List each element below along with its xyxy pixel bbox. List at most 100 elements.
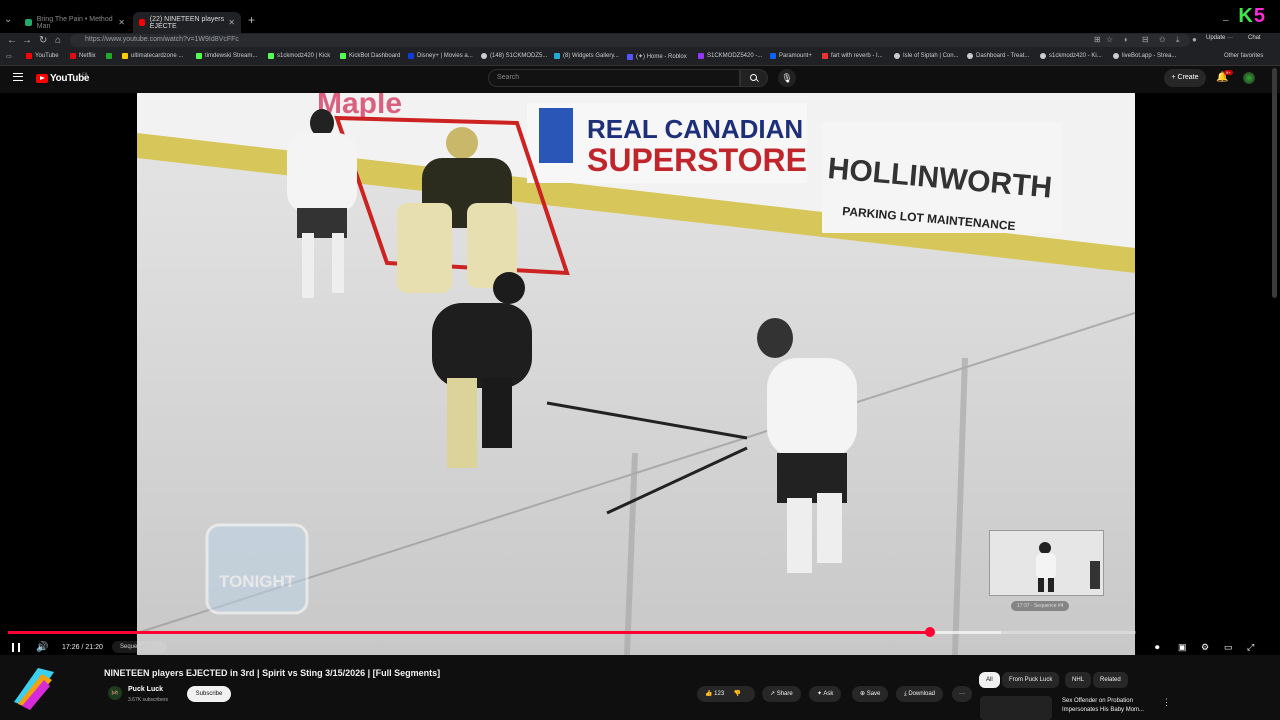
bookmark-item[interactable]: Isle of Siptah | Con...: [894, 53, 959, 59]
search-input[interactable]: Search: [488, 69, 740, 87]
filter-chip-nhl[interactable]: NHL: [1065, 672, 1092, 688]
sign-text: REAL CANADIAN: [587, 114, 803, 144]
ask-button[interactable]: ✦ Ask: [809, 686, 842, 702]
other-favorites[interactable]: Other favorites: [1224, 53, 1263, 59]
bookmark-item[interactable]: Paramount+: [770, 53, 812, 59]
widgets-icon: [554, 53, 560, 59]
bookmark-item[interactable]: [106, 53, 115, 59]
search-button[interactable]: [740, 69, 768, 87]
seek-preview-thumbnail: [989, 530, 1104, 596]
bookmark-item[interactable]: (148) S1CKMODZ5...: [481, 53, 547, 59]
bookmark-item[interactable]: (8) Widgets Gallery...: [554, 53, 619, 59]
paramount-icon: [770, 53, 776, 59]
progress-scrubber-handle[interactable]: [924, 627, 935, 637]
tab-youtube-video[interactable]: (22) NINETEEN players EJECTE ✕: [133, 12, 241, 33]
bookmark-item[interactable]: Netflix: [70, 53, 96, 59]
notification-count-badge: 9+: [1224, 70, 1233, 75]
bookmark-item[interactable]: Dashboard - Treat...: [967, 53, 1029, 59]
youtube-icon: [139, 19, 145, 26]
country-code: CA: [82, 71, 88, 76]
copilot-chat-button[interactable]: Chat: [1248, 35, 1261, 41]
subscribe-button[interactable]: Subscribe: [187, 686, 231, 702]
recommended-title[interactable]: Sex Offender on Probation Impersonates H…: [1062, 697, 1162, 715]
app-icon[interactable]: ⊞: [1094, 35, 1101, 44]
globe-icon: [1040, 53, 1046, 59]
kick-icon: [340, 53, 346, 59]
reload-icon[interactable]: ↻: [39, 35, 47, 46]
avatar[interactable]: [1243, 72, 1255, 84]
bookmark-item[interactable]: timdewski Stream...: [196, 53, 257, 59]
bookmark-item[interactable]: KickBot Dashboard: [340, 53, 400, 59]
profile-icon[interactable]: ●: [1192, 35, 1197, 44]
close-icon[interactable]: ✕: [118, 18, 125, 27]
update-button[interactable]: Update ···: [1206, 35, 1233, 41]
chapter-button[interactable]: Sequence #4 ›: [112, 641, 168, 653]
video-letterbox-right: [1135, 93, 1280, 655]
bookmark-item[interactable]: (✦) Home - Roblox: [627, 53, 687, 60]
extension-icon[interactable]: ◐: [1124, 35, 1129, 44]
bookmark-item[interactable]: YouTube: [26, 53, 59, 59]
channel-avatar[interactable]: 🦗: [108, 686, 122, 700]
split-icon[interactable]: ⊟: [1142, 35, 1149, 44]
more-options-icon[interactable]: ···: [952, 686, 972, 702]
recommended-thumbnail[interactable]: [980, 696, 1052, 720]
bookmark-item[interactable]: fart with reverb - I...: [822, 53, 883, 59]
sign-text: SUPERSTORE: [587, 142, 807, 178]
seek-preview-label: 17:37 · Sequence #4: [1011, 601, 1070, 611]
captions-icon[interactable]: ▣: [1178, 642, 1187, 653]
fullscreen-icon[interactable]: ⤢: [1247, 642, 1254, 653]
volume-icon[interactable]: 🔊: [36, 642, 48, 653]
download-button[interactable]: ⤓ Download: [896, 686, 944, 702]
filter-chip-all[interactable]: All: [979, 672, 1000, 688]
forward-icon[interactable]: →: [22, 35, 32, 46]
youtube-header: YouTube CA Search 🎙 + Create 🔔 9+: [0, 66, 1280, 93]
share-button[interactable]: ↗ Share: [762, 686, 801, 702]
download-icon[interactable]: ⤓: [1176, 35, 1180, 45]
bookmark-item[interactable]: Disney+ | Movies a...: [408, 53, 473, 59]
close-icon[interactable]: ✕: [228, 18, 235, 27]
kick-icon: [268, 53, 274, 59]
tab-search-chevron-icon[interactable]: ⌄: [4, 14, 16, 26]
theater-mode-icon[interactable]: ▭: [1224, 642, 1233, 653]
leaf-icon: [106, 53, 112, 59]
channel-name[interactable]: Puck Luck: [128, 686, 163, 693]
time-display: 17:26 / 21:20: [62, 644, 103, 651]
kick-icon: [196, 53, 202, 59]
bookmark-item[interactable]: s1ckmodz420 - Ki...: [1040, 53, 1102, 59]
minimize-icon[interactable]: –: [1223, 15, 1229, 26]
pause-icon[interactable]: [12, 643, 20, 652]
bookmarks-icon[interactable]: ▭: [6, 53, 12, 60]
disney-icon: [408, 53, 414, 59]
bookmark-item[interactable]: S1CKMODZ5420 -...: [698, 53, 762, 59]
filter-chip-related[interactable]: Related: [1093, 672, 1128, 688]
star-icon[interactable]: ☆: [1106, 35, 1113, 44]
home-icon[interactable]: ⌂: [55, 35, 61, 46]
menu-icon[interactable]: [13, 73, 23, 81]
player-controls: 🔊 17:26 / 21:20 Sequence #4 › ⏺ ▣ ⚙ ▭ ⤢: [0, 638, 1280, 658]
video-title: NINETEEN players EJECTED in 3rd | Spirit…: [104, 668, 441, 678]
settings-gear-icon[interactable]: ⚙: [1201, 642, 1209, 653]
scrollbar[interactable]: [1272, 68, 1277, 298]
address-bar-row: ← → ↻ ⌂ https://www.youtube.com/watch?v=…: [0, 33, 1280, 48]
globe-icon: [967, 53, 973, 59]
more-options-icon[interactable]: ⋮: [1162, 697, 1171, 708]
url-field[interactable]: https://www.youtube.com/watch?v=1W9Id8Vc…: [70, 34, 1190, 47]
like-dislike-button[interactable]: 👍 123 👎: [697, 686, 755, 702]
video-player[interactable]: REAL CANADIAN SUPERSTORE HOLLINWORTH PAR…: [137, 93, 1135, 655]
new-tab-button[interactable]: +: [248, 13, 255, 27]
filter-chip-from-channel[interactable]: From Puck Luck: [1002, 672, 1060, 688]
save-button[interactable]: ⊕ Save: [852, 686, 889, 702]
create-button[interactable]: + Create: [1164, 69, 1206, 87]
back-icon[interactable]: ←: [7, 35, 17, 46]
mic-icon[interactable]: 🎙: [778, 69, 796, 87]
favorites-icon[interactable]: ✩: [1159, 35, 1166, 44]
channel-banner-logo: [14, 668, 54, 710]
bookmark-item[interactable]: liveBot.app - Strea...: [1113, 53, 1176, 59]
autoplay-toggle-icon[interactable]: ⏺: [1155, 642, 1160, 653]
browser-tab-strip: ⌄ Bring The Pain • Method Man ✕ (22) NIN…: [0, 0, 1280, 33]
bookmark-item[interactable]: ultimatecardzone ...: [122, 53, 183, 59]
youtube-logo-icon[interactable]: [36, 74, 48, 83]
tab-bring-the-pain[interactable]: Bring The Pain • Method Man ✕: [19, 12, 131, 33]
bookmark-item[interactable]: s1ckmodz420 | Kick: [268, 53, 330, 59]
globe-icon: [481, 53, 487, 59]
